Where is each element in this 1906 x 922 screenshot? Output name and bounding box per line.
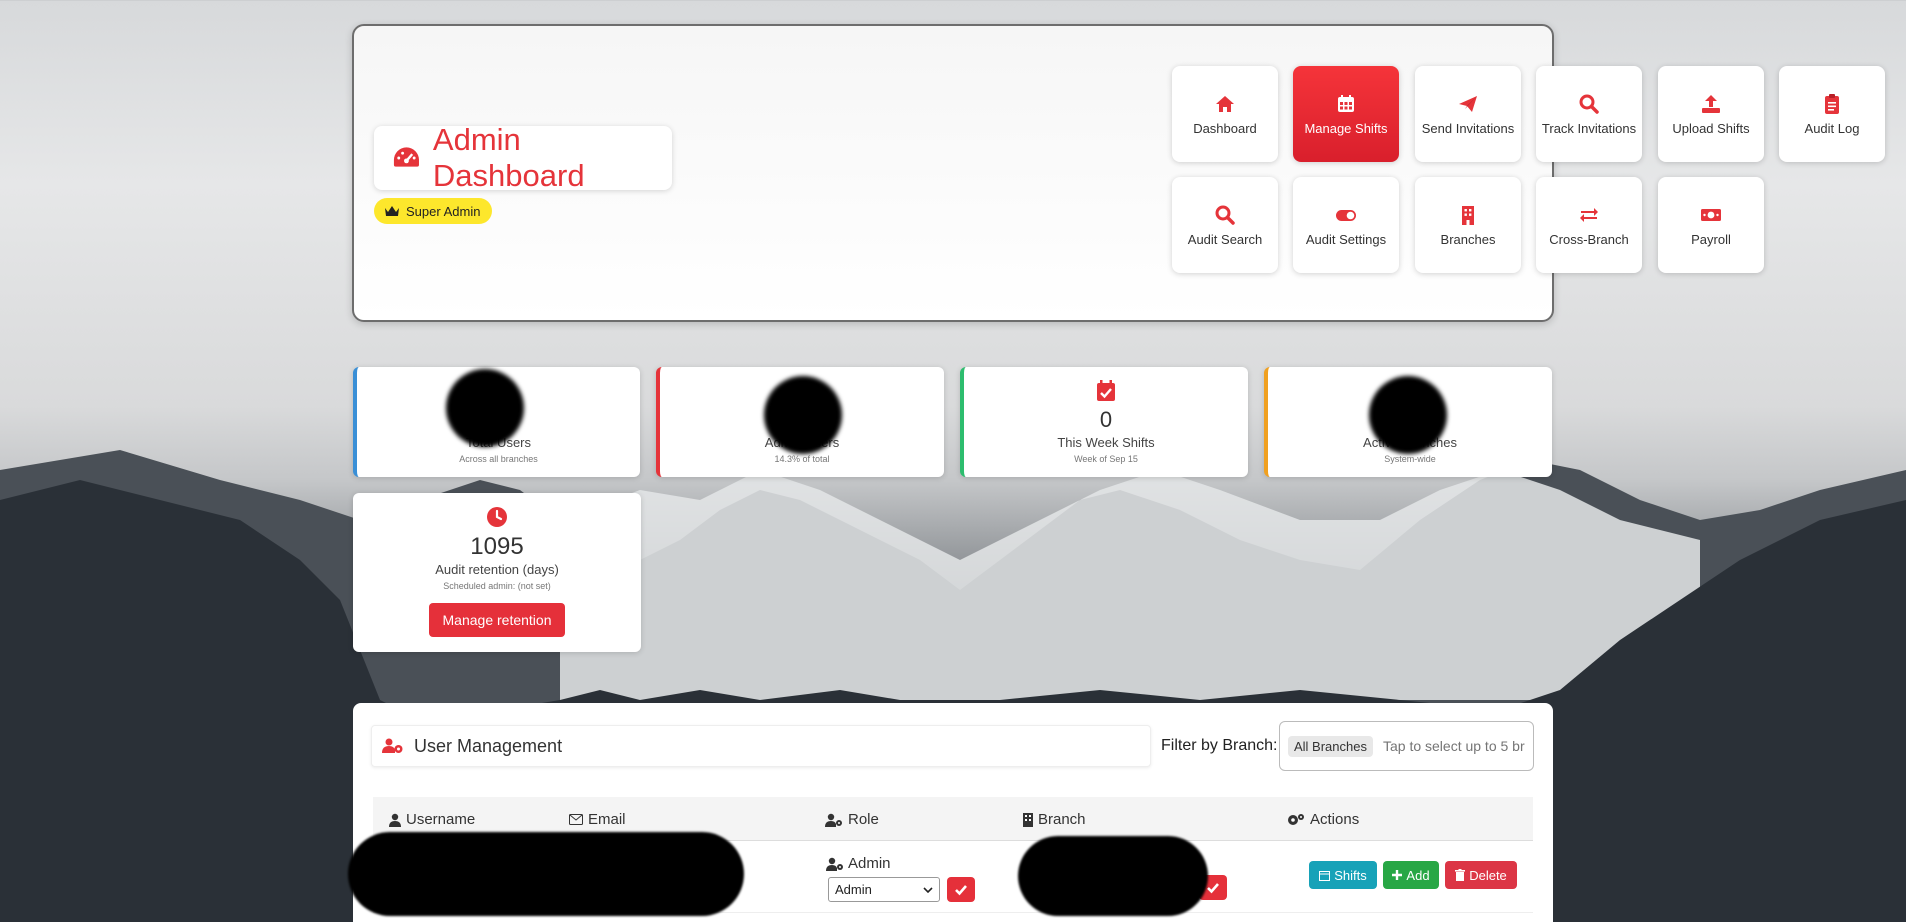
- redaction-mark: [1369, 376, 1447, 454]
- search-icon: [1579, 94, 1599, 114]
- column-email: Email: [569, 811, 626, 828]
- user-management-header: User Management: [371, 725, 1151, 767]
- home-icon: [1216, 95, 1234, 112]
- branch-filter-input[interactable]: [1382, 738, 1533, 754]
- role-badge-label: Super Admin: [406, 203, 481, 219]
- trash-icon: [1455, 869, 1466, 881]
- nav-label: Branches: [1440, 231, 1496, 247]
- check-icon: [1207, 882, 1219, 893]
- calendar-icon: [1338, 94, 1354, 112]
- nav-manage-shifts[interactable]: Manage Shifts: [1293, 66, 1399, 162]
- role-badge: Super Admin: [374, 198, 493, 224]
- nav-label: Track Invitations: [1541, 120, 1637, 136]
- nav-branches[interactable]: Branches: [1415, 177, 1521, 273]
- add-label: Add: [1406, 867, 1430, 883]
- stat-week-shifts: 0 This Week Shifts Week of Sep 15: [960, 367, 1248, 477]
- current-role: Admin: [826, 855, 891, 872]
- retention-label: Audit retention (days): [435, 562, 559, 577]
- toggle-icon: [1336, 209, 1356, 221]
- search-icon: [1215, 205, 1235, 225]
- filter-label: Filter by Branch:: [1161, 737, 1278, 754]
- calendar-icon: [1319, 870, 1331, 881]
- column-label: Branch: [1038, 811, 1086, 828]
- redaction-mark: [348, 832, 744, 916]
- envelope-icon: [569, 814, 583, 825]
- nav-dashboard[interactable]: Dashboard: [1172, 66, 1278, 162]
- role-select[interactable]: Admin: [828, 877, 940, 902]
- manage-retention-button[interactable]: Manage retention: [429, 603, 565, 637]
- role-select-value: Admin: [835, 882, 872, 897]
- shifts-button[interactable]: Shifts: [1309, 861, 1377, 889]
- user-cog-icon: [826, 857, 843, 871]
- nav-cross-branch[interactable]: Cross-Branch: [1536, 177, 1642, 273]
- nav-label: Payroll: [1691, 231, 1731, 247]
- nav-upload-shifts[interactable]: Upload Shifts: [1658, 66, 1764, 162]
- nav-audit-settings[interactable]: Audit Settings: [1293, 177, 1399, 273]
- paper-plane-icon: [1459, 95, 1477, 112]
- redaction-mark: [446, 369, 524, 447]
- branch-chip[interactable]: All Branches: [1288, 735, 1373, 757]
- building-icon: [1462, 205, 1474, 225]
- save-role-button[interactable]: [947, 877, 975, 902]
- nav-label: Cross-Branch: [1549, 231, 1629, 247]
- nav-label: Upload Shifts: [1672, 120, 1750, 136]
- column-username: Username: [389, 811, 475, 828]
- add-button[interactable]: Add: [1383, 861, 1439, 889]
- exchange-icon: [1580, 207, 1598, 222]
- redaction-mark: [764, 376, 842, 454]
- stat-label: This Week Shifts: [1057, 435, 1155, 450]
- check-icon: [955, 884, 967, 895]
- column-branch: Branch: [1023, 811, 1086, 828]
- stat-sub: Week of Sep 15: [1074, 454, 1138, 464]
- column-label: Username: [406, 811, 476, 828]
- nav-send-invitations[interactable]: Send Invitations: [1415, 66, 1521, 162]
- building-icon: [1023, 812, 1033, 827]
- delete-label: Delete: [1469, 867, 1507, 883]
- column-actions: Actions: [1287, 811, 1359, 828]
- section-title: User Management: [414, 735, 563, 756]
- clipboard-icon: [1825, 93, 1839, 114]
- users-cog-icon: [382, 738, 403, 753]
- nav-payroll[interactable]: Payroll: [1658, 177, 1764, 273]
- clock-icon: [487, 507, 507, 527]
- shifts-label: Shifts: [1334, 867, 1367, 883]
- column-label: Role: [848, 811, 879, 828]
- user-cog-icon: [825, 813, 842, 827]
- branch-filter[interactable]: All Branches: [1279, 721, 1534, 771]
- header-card: Admin Dashboard Super Admin Dashboard Ma…: [352, 24, 1885, 322]
- retention-value: 1095: [470, 533, 524, 560]
- user-icon: [389, 813, 401, 827]
- chevron-down-icon: [923, 886, 933, 893]
- nav-label: Manage Shifts: [1304, 120, 1388, 136]
- plus-icon: [1392, 870, 1403, 880]
- role-text: Admin: [848, 855, 891, 872]
- stat-value: 0: [1099, 407, 1113, 432]
- upload-icon: [1702, 94, 1720, 113]
- stat-sub: System-wide: [1384, 454, 1436, 464]
- crown-icon: [385, 206, 399, 216]
- tachometer-icon: [393, 147, 419, 167]
- retention-sub: Scheduled admin: (not set): [443, 581, 551, 591]
- column-label: Email: [588, 811, 626, 828]
- delete-button[interactable]: Delete: [1445, 861, 1517, 889]
- nav-label: Send Invitations: [1421, 120, 1515, 136]
- retention-card: 1095 Audit retention (days) Scheduled ad…: [353, 493, 641, 652]
- nav-track-invitations[interactable]: Track Invitations: [1536, 66, 1642, 162]
- money-icon: [1701, 208, 1721, 221]
- nav-audit-search[interactable]: Audit Search: [1172, 177, 1278, 273]
- cogs-icon: [1288, 813, 1304, 825]
- nav-audit-log[interactable]: Audit Log: [1779, 66, 1885, 162]
- nav-label: Audit Log: [1804, 120, 1860, 136]
- redaction-mark: [1018, 836, 1208, 916]
- column-role: Role: [825, 811, 879, 828]
- page-title: Admin Dashboard: [432, 122, 585, 193]
- nav-label: Audit Search: [1187, 231, 1263, 247]
- stat-sub: 14.3% of total: [774, 454, 830, 464]
- stat-sub: Across all branches: [459, 454, 538, 464]
- nav-label: Dashboard: [1193, 120, 1257, 136]
- title-box: Admin Dashboard: [374, 122, 672, 193]
- nav-label: Audit Settings: [1305, 231, 1387, 247]
- column-label: Actions: [1310, 811, 1360, 828]
- calendar-check-icon: [1097, 380, 1115, 401]
